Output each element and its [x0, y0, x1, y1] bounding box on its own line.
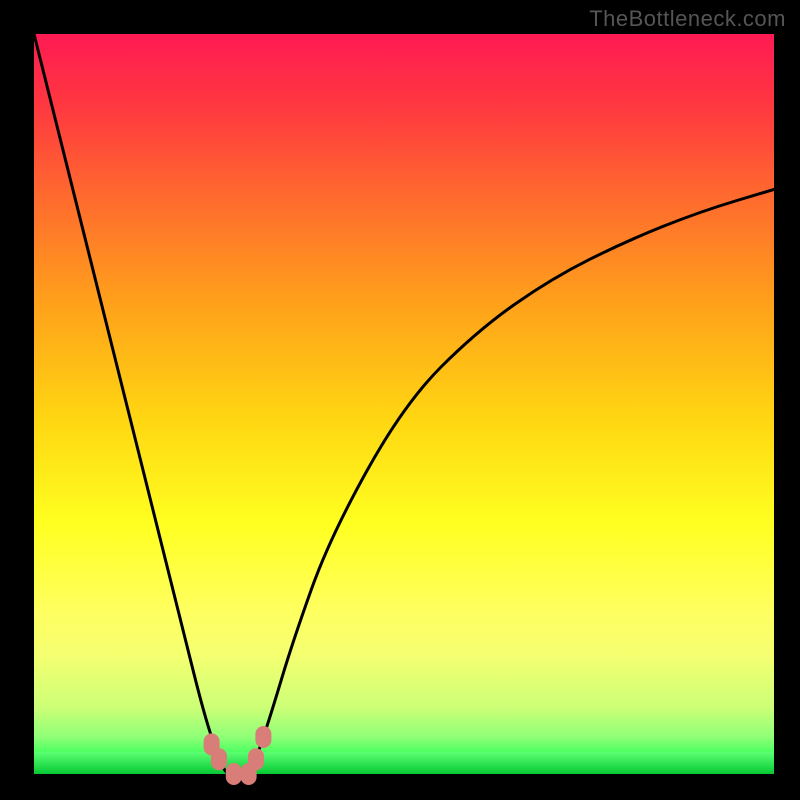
- curve-group: [34, 34, 774, 774]
- chart-svg: [34, 34, 774, 774]
- curve-marker: [248, 748, 264, 770]
- chart-container: TheBottleneck.com: [0, 0, 800, 800]
- curve-marker: [211, 748, 227, 770]
- watermark-text: TheBottleneck.com: [589, 6, 786, 32]
- curve-marker: [226, 763, 242, 785]
- bottleneck-curve: [34, 34, 774, 774]
- plot-area: [34, 34, 774, 774]
- marker-group: [204, 726, 272, 785]
- curve-marker: [255, 726, 271, 748]
